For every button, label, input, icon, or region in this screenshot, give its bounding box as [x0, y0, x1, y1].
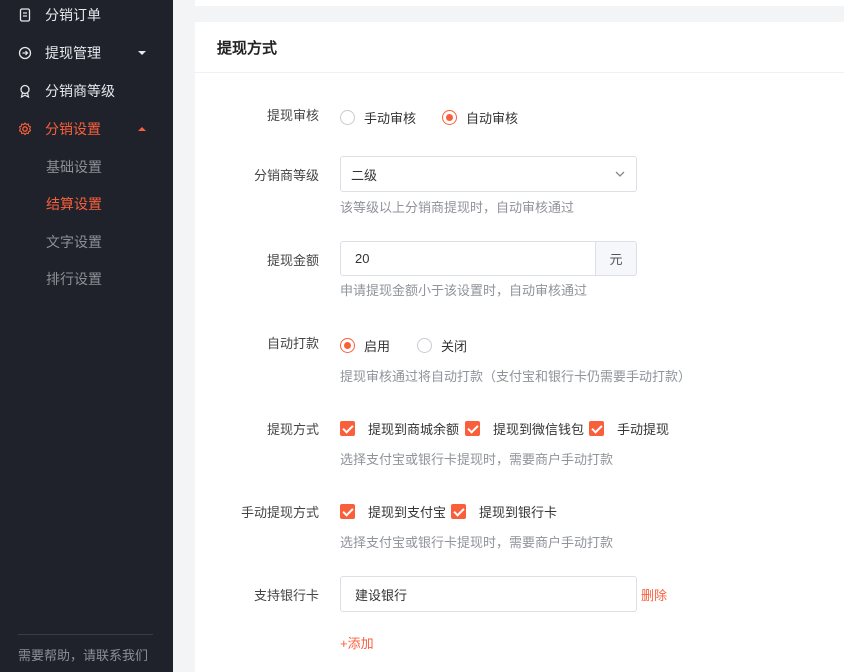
- radio-icon: [417, 338, 432, 353]
- sidebar-item-withdraw[interactable]: 提现管理: [0, 34, 173, 72]
- checkbox-checked-icon: [451, 504, 466, 519]
- level-label: 分销商等级: [253, 168, 319, 183]
- sidebar-subitem-text[interactable]: 文字设置: [0, 224, 173, 260]
- sidebar: 分销订单 提现管理 分销商等级 分销设置 基础设置 结算设置 文字设置 排行设置…: [0, 0, 173, 672]
- sidebar-item-label: 提现管理: [45, 45, 101, 61]
- manual-methods-hint: 选择支付宝或银行卡提现时，需要商户手动打款: [340, 535, 614, 550]
- method-balance-checkbox[interactable]: 提现到商城余额: [340, 419, 459, 438]
- level-select[interactable]: 二级: [340, 156, 637, 192]
- sidebar-item-label: 分销商等级: [45, 83, 115, 99]
- manual-methods-label: 手动提现方式: [240, 505, 319, 520]
- methods-hint: 选择支付宝或银行卡提现时，需要商户手动打款: [340, 452, 614, 467]
- autopay-label: 自动打款: [266, 336, 319, 351]
- level-select-value: 二级: [351, 167, 378, 183]
- sidebar-item-label: 分销设置: [45, 121, 101, 137]
- sidebar-item-settings[interactable]: 分销设置: [0, 110, 173, 148]
- chevron-down-icon: [615, 171, 625, 177]
- delete-bank-link[interactable]: 删除: [641, 585, 667, 604]
- methods-label: 提现方式: [266, 422, 319, 437]
- amount-input-group: 20 元: [340, 241, 637, 276]
- add-bank-link[interactable]: +添加: [340, 633, 374, 652]
- card-title: 提现方式: [217, 40, 278, 57]
- document-icon: [19, 8, 31, 22]
- autopay-hint: 提现审核通过将自动打款（支付宝和银行卡仍需要手动打款）: [340, 369, 692, 384]
- divider: [195, 72, 844, 73]
- caret-up-icon: [138, 127, 146, 131]
- badge-icon: [20, 84, 30, 98]
- radio-checked-icon: [442, 110, 457, 125]
- method-wechat-checkbox[interactable]: 提现到微信钱包: [465, 419, 584, 438]
- sidebar-subitem-settlement[interactable]: 结算设置: [0, 186, 173, 222]
- sidebar-item-levels[interactable]: 分销商等级: [0, 72, 173, 110]
- radio-label: 启用: [364, 339, 391, 354]
- checkbox-label: 提现到商城余额: [368, 422, 460, 437]
- level-hint: 该等级以上分销商提现时，自动审核通过: [340, 200, 575, 215]
- amount-hint: 申请提现金额小于该设置时，自动审核通过: [340, 283, 588, 298]
- banks-label: 支持银行卡: [253, 588, 319, 603]
- checkbox-checked-icon: [465, 421, 480, 436]
- sidebar-subitem-label: 文字设置: [46, 234, 102, 250]
- amount-input[interactable]: 20: [341, 242, 595, 275]
- autopay-enable-radio[interactable]: 启用: [340, 336, 390, 355]
- sidebar-subitem-label: 基础设置: [46, 159, 102, 175]
- withdraw-icon: [18, 46, 32, 60]
- radio-label: 自动审核: [466, 111, 519, 126]
- amount-suffix: 元: [595, 242, 636, 275]
- radio-icon: [340, 110, 355, 125]
- sidebar-subitem-label: 排行设置: [46, 271, 102, 287]
- sidebar-subitem-basic[interactable]: 基础设置: [0, 149, 173, 185]
- divider: [18, 634, 153, 635]
- method-manual-checkbox[interactable]: 手动提现: [589, 419, 669, 438]
- review-auto-radio[interactable]: 自动审核: [442, 108, 518, 127]
- manual-alipay-checkbox[interactable]: 提现到支付宝: [340, 502, 446, 521]
- checkbox-label: 提现到微信钱包: [493, 422, 585, 437]
- checkbox-checked-icon: [340, 421, 355, 436]
- manual-bankcard-checkbox[interactable]: 提现到银行卡: [451, 502, 557, 521]
- checkbox-checked-icon: [340, 504, 355, 519]
- help-link[interactable]: 需要帮助，请联系我们: [18, 645, 148, 664]
- checkbox-label: 提现到银行卡: [479, 505, 558, 520]
- review-label: 提现审核: [266, 108, 319, 123]
- checkbox-label: 提现到支付宝: [368, 505, 447, 520]
- sidebar-item-orders[interactable]: 分销订单: [0, 0, 173, 34]
- sidebar-subitem-ranking[interactable]: 排行设置: [0, 261, 173, 297]
- sidebar-subitem-label: 结算设置: [46, 196, 102, 212]
- settings-card: 提现方式 提现审核 手动审核 自动审核 分销商等级 二级 该等级以上分销商提现时…: [195, 22, 844, 672]
- radio-label: 关闭: [441, 339, 468, 354]
- checkbox-label: 手动提现: [617, 422, 670, 437]
- radio-checked-icon: [340, 338, 355, 353]
- checkbox-checked-icon: [589, 421, 604, 436]
- caret-down-icon: [138, 51, 146, 55]
- bank-name-value: 建设银行: [355, 587, 408, 603]
- top-strip: [195, 0, 844, 6]
- review-manual-radio[interactable]: 手动审核: [340, 108, 416, 127]
- gear-icon: [18, 122, 32, 136]
- bank-name-input[interactable]: 建设银行: [340, 576, 637, 612]
- amount-label: 提现金额: [266, 253, 319, 268]
- sidebar-item-label: 分销订单: [45, 7, 101, 23]
- autopay-disable-radio[interactable]: 关闭: [417, 336, 467, 355]
- radio-label: 手动审核: [364, 111, 417, 126]
